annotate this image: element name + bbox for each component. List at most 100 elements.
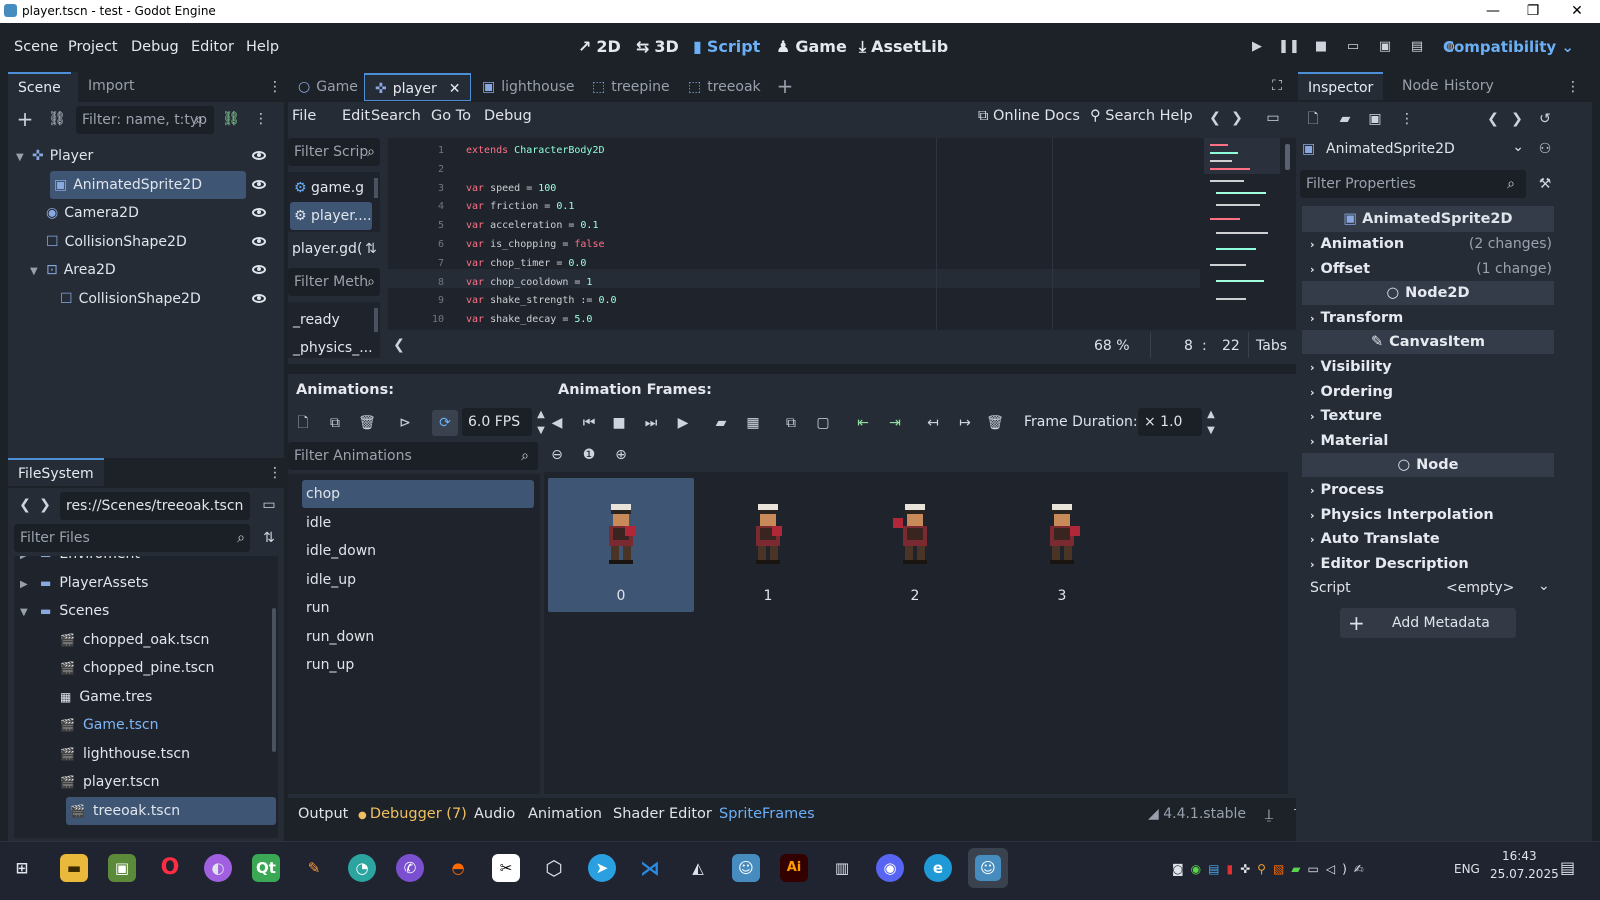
scene-node[interactable]: ☐ CollisionShape2D xyxy=(30,228,230,256)
method-item-ready[interactable]: _ready xyxy=(293,306,340,334)
insert-before-icon[interactable]: ⇤ xyxy=(852,412,874,434)
scene-node[interactable]: ☐ CollisionShape2D xyxy=(44,285,244,313)
maximize-button[interactable]: ❐ xyxy=(1510,0,1556,23)
script-property-value[interactable]: <empty> xyxy=(1446,580,1514,596)
fps-field[interactable]: 6.0 FPS xyxy=(462,408,532,436)
windows-start-icon[interactable]: ⊞ xyxy=(8,854,36,882)
distraction-free-icon[interactable]: ⛶ xyxy=(1266,75,1288,97)
inspector-group[interactable]: › Visibility xyxy=(1302,355,1554,379)
tab-scene[interactable]: Scene xyxy=(8,72,71,100)
bottom-tab[interactable]: Audio xyxy=(474,806,515,822)
edge-icon[interactable]: e xyxy=(924,854,952,882)
frame-tile[interactable]: 2 xyxy=(842,478,988,612)
visibility-eye-icon[interactable] xyxy=(252,236,266,246)
inspector-group[interactable]: › Physics Interpolation xyxy=(1302,503,1554,527)
menu-project[interactable]: Project xyxy=(68,39,118,55)
workspace-assetlib-button[interactable]: ⤓ AssetLib xyxy=(859,37,948,57)
editor-tab[interactable]: ✜ player ✕ xyxy=(364,73,472,101)
history-forward-icon[interactable]: ❯ xyxy=(1226,107,1248,129)
visibility-eye-icon[interactable] xyxy=(252,179,266,189)
expand-arrow-icon[interactable]: ▼ xyxy=(30,258,46,286)
paint-icon[interactable]: ✎ xyxy=(300,854,328,882)
new-resource-icon[interactable]: 🗋 xyxy=(1302,108,1324,130)
qt-icon[interactable]: Qt xyxy=(252,854,280,882)
app-icon[interactable]: ◐ xyxy=(204,854,232,882)
play-icon[interactable]: ▶ xyxy=(1246,39,1268,59)
menu-scene[interactable]: Scene xyxy=(14,39,58,55)
play-icon[interactable]: ▶ xyxy=(672,412,694,434)
load-frames-folder-icon[interactable]: ▰ xyxy=(710,412,732,434)
workspace-script-button[interactable]: ▮ Script xyxy=(693,37,760,56)
play-from-start-icon[interactable]: ⏭ xyxy=(640,412,662,434)
fs-item[interactable]: ▼ ▬ Scenes xyxy=(20,597,250,625)
fs-path-field[interactable]: res://Scenes/treeoak.tscn xyxy=(60,492,250,520)
dock-menu-icon[interactable]: ⋮ xyxy=(264,76,286,98)
inspector-group[interactable]: › Process xyxy=(1302,478,1554,502)
animation-item[interactable]: chop xyxy=(302,480,534,508)
autoplay-icon[interactable]: ⊳ xyxy=(394,412,416,434)
fs-item[interactable]: 🎬 chopped_pine.tscn xyxy=(40,654,270,682)
illustrator-icon[interactable]: Ai xyxy=(780,854,808,882)
next-object-icon[interactable]: ❯ xyxy=(1506,108,1528,130)
load-resource-icon[interactable]: ▰ xyxy=(1334,108,1356,130)
visibility-eye-icon[interactable] xyxy=(252,151,266,160)
fs-item[interactable]: ▶▬Enviroment xyxy=(20,556,250,568)
indent-mode[interactable]: Tabs xyxy=(1256,338,1287,354)
script-item-player[interactable]: ⚙ player.... xyxy=(290,202,372,230)
fs-item[interactable]: 🎬 player.tscn xyxy=(40,768,270,796)
workspace-3d-button[interactable]: ⇆ 3D xyxy=(636,37,679,56)
expand-arrow-icon[interactable]: ▼ xyxy=(16,144,32,172)
animation-item[interactable]: run_down xyxy=(302,623,534,651)
editor-tab[interactable]: ⬚ treepine xyxy=(582,73,680,101)
minimap[interactable] xyxy=(1204,138,1280,318)
scene-node[interactable]: ▣ AnimatedSprite2D xyxy=(50,170,246,199)
inspector-group[interactable]: › Ordering xyxy=(1302,380,1554,404)
duplicate-animation-icon[interactable]: ⧉ xyxy=(324,412,346,434)
visibility-eye-icon[interactable] xyxy=(252,293,266,303)
scene-options-icon[interactable]: ⋮ xyxy=(250,108,272,130)
scene-node[interactable]: ▼ ⊡ Area2D xyxy=(30,256,230,284)
bottom-tab[interactable]: SpriteFrames xyxy=(719,806,815,822)
split-view-icon[interactable]: ▭ xyxy=(258,494,280,516)
inspector-group[interactable]: › Material xyxy=(1302,429,1554,453)
tab-inspector[interactable]: Inspector xyxy=(1298,72,1384,100)
animation-item[interactable]: run xyxy=(302,594,534,622)
code-editor[interactable]: 1 extends CharacterBody2D 2 3 var speed = 10… xyxy=(388,138,1296,330)
editor-tab[interactable]: ○ Game xyxy=(288,73,368,101)
bottom-tab[interactable]: Output xyxy=(298,806,348,822)
dock-menu-icon[interactable]: ⋮ xyxy=(264,462,286,484)
menu-debug[interactable]: Debug xyxy=(131,39,179,55)
language-indicator[interactable]: ENG xyxy=(1454,862,1480,876)
zoom-out-icon[interactable]: ⊖ xyxy=(546,444,568,466)
bottom-tab[interactable]: Animation xyxy=(528,806,602,822)
unity-icon[interactable]: ⬡ xyxy=(540,854,568,882)
telegram-icon[interactable]: ➤ xyxy=(588,854,616,882)
play-backwards-from-end-icon[interactable]: ⏮ xyxy=(578,412,600,434)
script-menu-item[interactable]: Search xyxy=(371,108,421,124)
inkscape-icon[interactable]: ◭ xyxy=(684,854,712,882)
fs-item[interactable]: ▶ ▬ PlayerAssets xyxy=(20,569,250,597)
play-scene-icon[interactable]: ▣ xyxy=(1374,39,1396,59)
tab-import-label[interactable]: Import xyxy=(78,72,144,100)
play-backwards-icon[interactable]: ◀ xyxy=(546,412,568,434)
inspector-group[interactable]: › Offset (1 change) xyxy=(1302,257,1554,281)
link-icon[interactable]: ⛓ xyxy=(46,108,68,130)
stop-icon[interactable]: ■ xyxy=(608,412,630,434)
history-back-icon[interactable]: ❮ xyxy=(1204,107,1226,129)
add-tab-icon[interactable]: + xyxy=(774,75,796,97)
discord-icon[interactable]: ◉ xyxy=(876,854,904,882)
close-tab-icon[interactable]: ✕ xyxy=(449,81,461,97)
godot-active-icon[interactable]: ☺ xyxy=(968,848,1008,888)
move-right-icon[interactable]: ↦ xyxy=(954,412,976,434)
sort-icon[interactable]: ⇅ xyxy=(360,238,382,260)
object-properties-icon[interactable]: ⚇ xyxy=(1534,138,1556,160)
pin-icon[interactable]: ⍊ xyxy=(1258,804,1280,826)
frame-duration-field[interactable]: × 1.0 xyxy=(1138,408,1202,436)
scene-node[interactable]: ▼ ✜ Player xyxy=(16,142,216,170)
clock-time[interactable]: 16:43 xyxy=(1502,849,1537,863)
animation-item[interactable]: run_up xyxy=(302,651,534,679)
toggle-scripts-panel-icon[interactable]: ❮ xyxy=(388,334,410,356)
stop-icon[interactable]: ■ xyxy=(1310,39,1332,59)
chevron-down-icon[interactable]: ⌄ xyxy=(1538,578,1550,594)
code-scrollbar[interactable] xyxy=(1285,144,1290,170)
